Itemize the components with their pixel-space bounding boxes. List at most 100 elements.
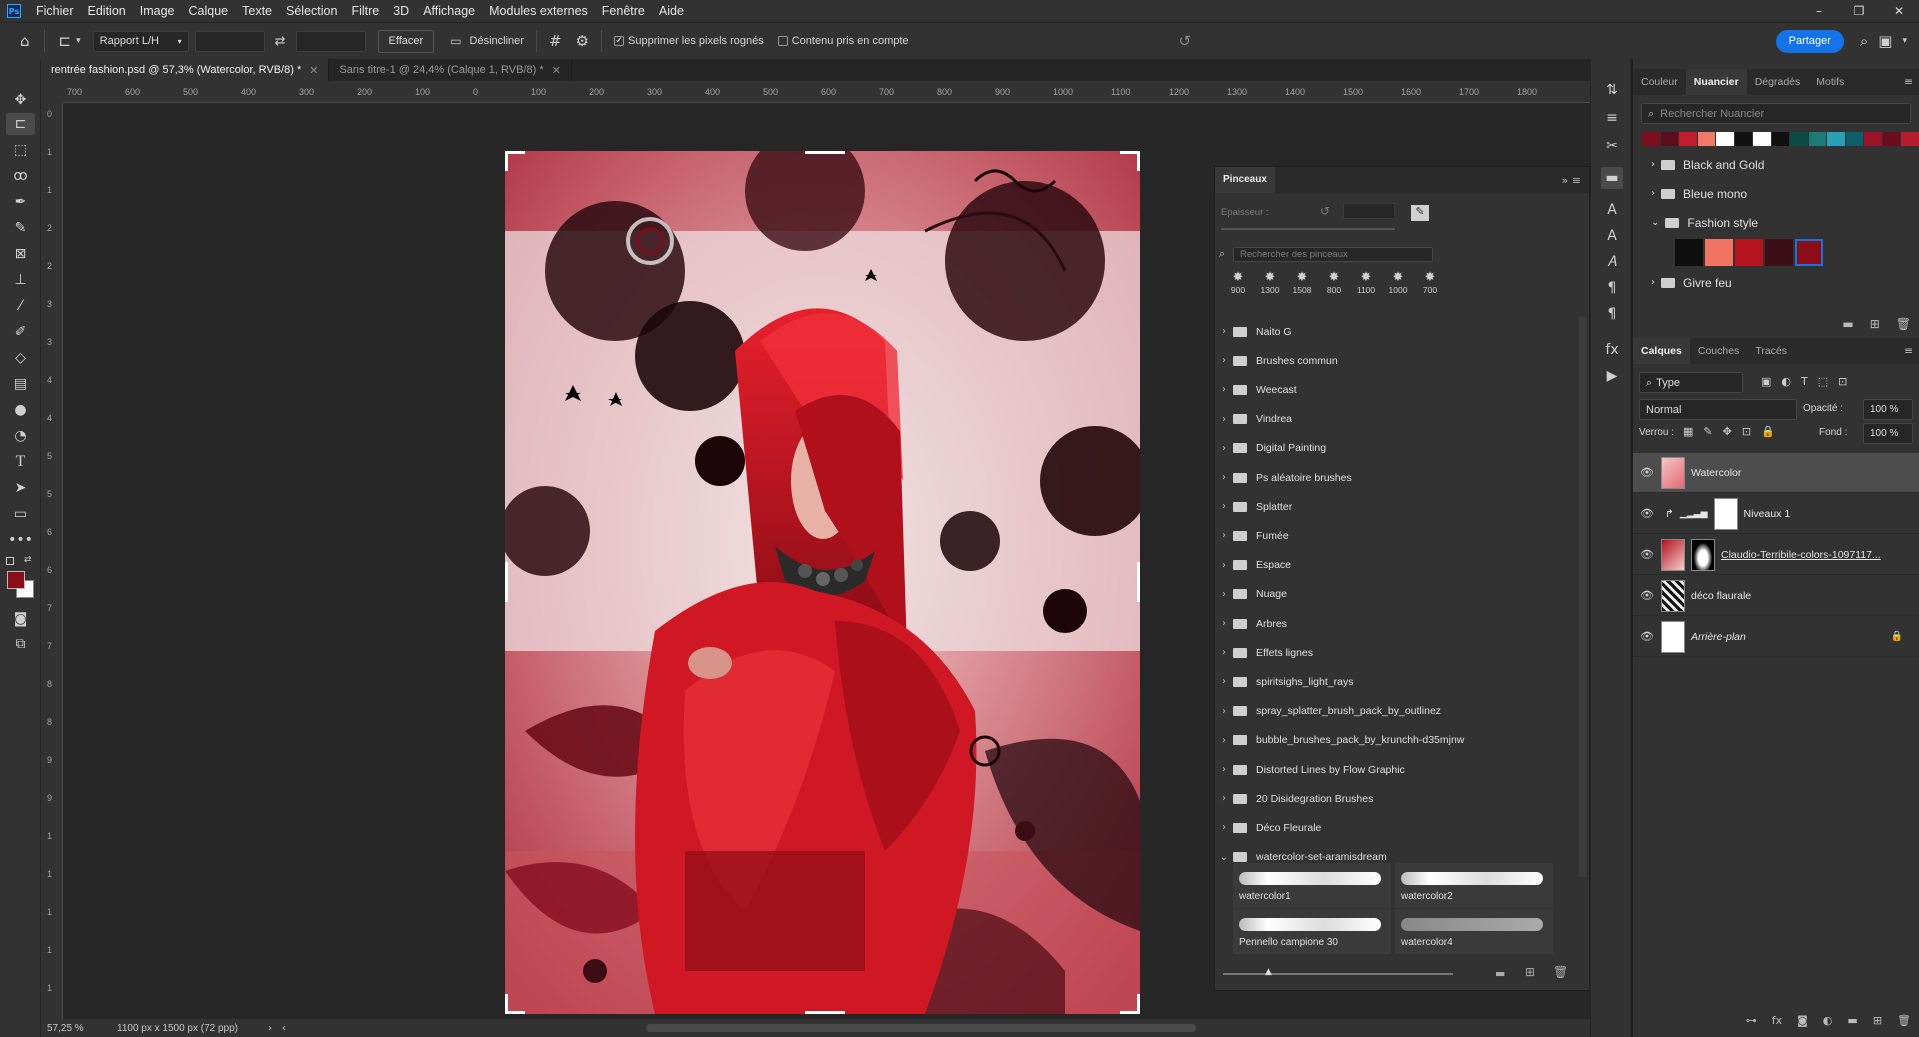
chevron-right-icon[interactable]: › (1215, 822, 1233, 833)
brush-preset[interactable]: ✸ 700 (1415, 270, 1445, 300)
minimize-icon[interactable]: – (1799, 0, 1839, 22)
chevron-right-icon[interactable]: › (1215, 676, 1233, 687)
quick-mask-icon[interactable]: ◙ (6, 608, 35, 630)
crop-handle-bottom-left[interactable] (505, 994, 525, 1014)
pen-tool-icon[interactable]: ✒ (6, 191, 35, 213)
layer-row[interactable]: 👁 ↱ ▁▂▃▅ Niveaux 1 (1633, 494, 1919, 534)
lasso-tool-icon[interactable]: ꝏ (6, 165, 35, 187)
layer-row[interactable]: 👁 Claudio-Terribile-colors-1097117... (1633, 535, 1919, 575)
adjustment-layer-icon[interactable]: ◐ (1823, 1014, 1833, 1027)
crop-tool-icon[interactable]: ⊏ (59, 32, 72, 50)
chevron-right-icon[interactable]: › (1215, 414, 1233, 425)
tab-rentree-fashion[interactable]: rentrée fashion.psd @ 57,3% (Watercolor,… (41, 59, 330, 81)
slider-handle-icon[interactable]: ▲ (1265, 967, 1272, 977)
folder-icon[interactable]: ▬ (1842, 317, 1853, 331)
history-icon[interactable]: ⇅ (1601, 79, 1623, 101)
opacity-input[interactable]: 100 % (1863, 399, 1913, 420)
brush-group-row[interactable]: › Nuage (1215, 580, 1583, 609)
lock-artboard-icon[interactable]: ⊡ (1742, 425, 1751, 438)
blur-tool-icon[interactable]: ● (6, 399, 35, 421)
brush-group-row[interactable]: › Espace (1215, 551, 1583, 580)
brush-size-input[interactable] (1343, 203, 1395, 219)
layer-row[interactable]: 👁 Arrière-plan 🔒 (1633, 617, 1919, 657)
brush-preview-size-slider[interactable] (1223, 973, 1453, 975)
brush-group-row[interactable]: › Naito G (1215, 317, 1583, 346)
swatch-group-row[interactable]: › Black and Gold (1633, 150, 1919, 179)
straighten-icon[interactable]: ▭ (450, 34, 461, 48)
type-filter-icon[interactable]: T (1801, 375, 1808, 388)
tools-presets-icon[interactable]: ✂ (1601, 135, 1623, 157)
delete-cropped-checkbox[interactable]: ✓ (614, 36, 624, 46)
brush-preset[interactable]: ✸ 1508 (1287, 270, 1317, 300)
crop-handle-left[interactable] (505, 562, 508, 602)
link-icon[interactable]: ⊶ (1746, 1014, 1757, 1027)
color-swatch[interactable] (1808, 132, 1827, 146)
adjustment-filter-icon[interactable]: ◐ (1781, 375, 1791, 388)
brush-group-row[interactable]: › spiritsighs_light_rays (1215, 667, 1583, 696)
visibility-eye-icon[interactable]: 👁 (1633, 507, 1661, 520)
chevron-right-icon[interactable]: › (1215, 472, 1233, 483)
brush-list-scrollbar[interactable] (1579, 317, 1587, 877)
dodge-tool-icon[interactable]: ◔ (6, 425, 35, 447)
color-swatch[interactable] (1642, 132, 1660, 146)
brush-group-row[interactable]: › Effets lignes (1215, 638, 1583, 667)
character-styles-icon[interactable]: A (1601, 225, 1623, 247)
close-icon[interactable]: ✕ (552, 64, 561, 77)
brush-group-row[interactable]: › 20 Disidegration Brushes (1215, 784, 1583, 813)
default-colors-icon[interactable] (6, 557, 14, 565)
color-swatch[interactable] (1675, 239, 1703, 266)
tab-nuancier[interactable]: Nuancier (1685, 69, 1747, 95)
color-swatch[interactable] (1705, 239, 1733, 266)
brush-settings-icon[interactable]: ▬ (1601, 167, 1623, 189)
reset-icon[interactable]: ↺ (1179, 32, 1192, 50)
color-swatch[interactable] (1795, 239, 1823, 266)
straighten-button[interactable]: Désincliner (470, 35, 524, 47)
color-swatch[interactable] (1734, 132, 1753, 146)
chevron-right-icon[interactable]: › (1215, 735, 1233, 746)
brush-group-row[interactable]: › Arbres (1215, 609, 1583, 638)
maximize-icon[interactable]: ❐ (1839, 0, 1879, 22)
crop-handle-bottom-right[interactable] (1120, 994, 1140, 1014)
close-icon[interactable]: ✕ (1879, 0, 1919, 22)
menu-icon[interactable]: ≡ (1904, 76, 1913, 88)
stamp-tool-icon[interactable]: ⊥ (6, 269, 35, 291)
brush-group-row[interactable]: › Brushes commun (1215, 346, 1583, 375)
crop-tool-icon[interactable]: ⊏ (6, 113, 35, 135)
chevron-right-icon[interactable]: › (1215, 618, 1233, 629)
tab-degrades[interactable]: Dégradés (1747, 69, 1809, 95)
home-icon[interactable]: ⌂ (20, 32, 30, 50)
menu-icon[interactable]: ≡ (1904, 345, 1913, 357)
swatch-group-row[interactable]: › Givre feu (1633, 268, 1919, 297)
brush-size-slider[interactable] (1221, 228, 1395, 230)
lock-pixels-icon[interactable]: ✎ (1703, 425, 1712, 438)
share-button[interactable]: Partager (1775, 29, 1844, 53)
color-swatch[interactable] (1882, 132, 1901, 146)
chevron-down-icon[interactable]: ▾ (1902, 36, 1907, 46)
rectangle-tool-icon[interactable]: ▭ (6, 503, 35, 525)
brush-group-row[interactable]: › Ps aléatoire brushes (1215, 463, 1583, 492)
ratio-select[interactable]: Rapport L/H ▾ (92, 30, 189, 52)
folder-icon[interactable]: ▬ (1847, 1014, 1857, 1027)
chevron-right-icon[interactable]: › (1215, 793, 1233, 804)
height-input[interactable] (295, 30, 366, 52)
chevron-left-icon[interactable]: ‹ (282, 1023, 286, 1034)
menu-selection[interactable]: Sélection (279, 0, 344, 22)
layer-mask-thumbnail[interactable] (1691, 538, 1715, 571)
gear-icon[interactable]: ⚙ (576, 32, 589, 50)
lock-icon[interactable]: 🔒 (1891, 631, 1903, 642)
add-icon[interactable]: ⊞ (1870, 317, 1880, 331)
layer-filter-select[interactable]: ⌕ Type (1639, 372, 1743, 393)
tab-traces[interactable]: Tracés (1747, 338, 1795, 364)
shape-filter-icon[interactable]: ⬚ (1818, 375, 1828, 388)
menu-texte[interactable]: Texte (235, 0, 279, 22)
canvas-artwork[interactable] (505, 151, 1140, 1014)
color-swatch[interactable] (1845, 132, 1864, 146)
close-icon[interactable]: ✕ (309, 64, 318, 77)
reset-icon[interactable]: ↺ (1320, 204, 1330, 218)
menu-aide[interactable]: Aide (652, 0, 691, 22)
chevron-right-icon[interactable]: › (1215, 384, 1233, 395)
chevron-right-icon[interactable]: › (1215, 326, 1233, 337)
brush-group-row[interactable]: › Déco Fleurale (1215, 813, 1583, 842)
crop-handle-right[interactable] (1137, 562, 1140, 602)
brush-preset[interactable]: ✸ 900 (1223, 270, 1253, 300)
